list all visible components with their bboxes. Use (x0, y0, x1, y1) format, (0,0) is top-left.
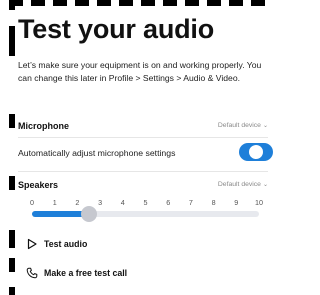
auto-adjust-label: Automatically adjust microphone settings (18, 148, 176, 158)
speakers-device-select[interactable]: Default device ⌄ (218, 181, 268, 188)
divider (18, 137, 268, 138)
volume-tick-label: 5 (143, 198, 148, 207)
microphone-label: Microphone (18, 121, 69, 131)
divider (18, 171, 268, 172)
volume-tick-label: 7 (188, 198, 193, 207)
volume-tick-label: 9 (234, 198, 239, 207)
left-border-segment (9, 0, 15, 10)
speakers-label: Speakers (18, 180, 59, 190)
volume-tick-label: 2 (75, 198, 80, 207)
volume-tick-label: 6 (166, 198, 171, 207)
phone-icon (26, 267, 38, 279)
volume-tick-labels: 0 1 2 3 4 5 6 7 8 9 10 (0, 198, 268, 210)
volume-tick-label: 10 (255, 198, 263, 207)
volume-tick-label: 4 (120, 198, 125, 207)
page-description: Let’s make sure your equipment is on and… (18, 60, 262, 83)
volume-tick-label: 1 (52, 198, 57, 207)
test-call-button[interactable]: Make a free test call (26, 265, 127, 281)
volume-slider-thumb[interactable] (80, 206, 97, 222)
left-border-segment (9, 176, 15, 190)
test-audio-button[interactable]: Test audio (26, 236, 87, 252)
play-icon (27, 238, 37, 250)
test-call-label: Make a free test call (44, 268, 128, 278)
toggle-knob (249, 145, 263, 159)
left-border-segment (9, 114, 15, 128)
top-dashed-border (9, 0, 271, 6)
volume-tick-label: 0 (30, 198, 34, 207)
microphone-device-select[interactable]: Default device ⌄ (218, 122, 268, 129)
microphone-device-value: Default device (217, 122, 261, 129)
left-border-segment (9, 230, 15, 248)
volume-tick-label: 8 (211, 198, 216, 207)
left-border-segment (9, 287, 15, 295)
speakers-device-value: Default device (217, 181, 261, 188)
test-audio-label: Test audio (44, 239, 88, 249)
left-border-segment (9, 26, 15, 56)
volume-tick-label: 3 (98, 198, 103, 207)
volume-slider-track[interactable] (32, 211, 259, 217)
page-title: Test your audio (18, 14, 215, 44)
chevron-down-icon: ⌄ (262, 123, 268, 129)
auto-adjust-toggle[interactable] (239, 143, 273, 161)
chevron-down-icon: ⌄ (262, 182, 268, 188)
left-border-segment (9, 258, 15, 272)
